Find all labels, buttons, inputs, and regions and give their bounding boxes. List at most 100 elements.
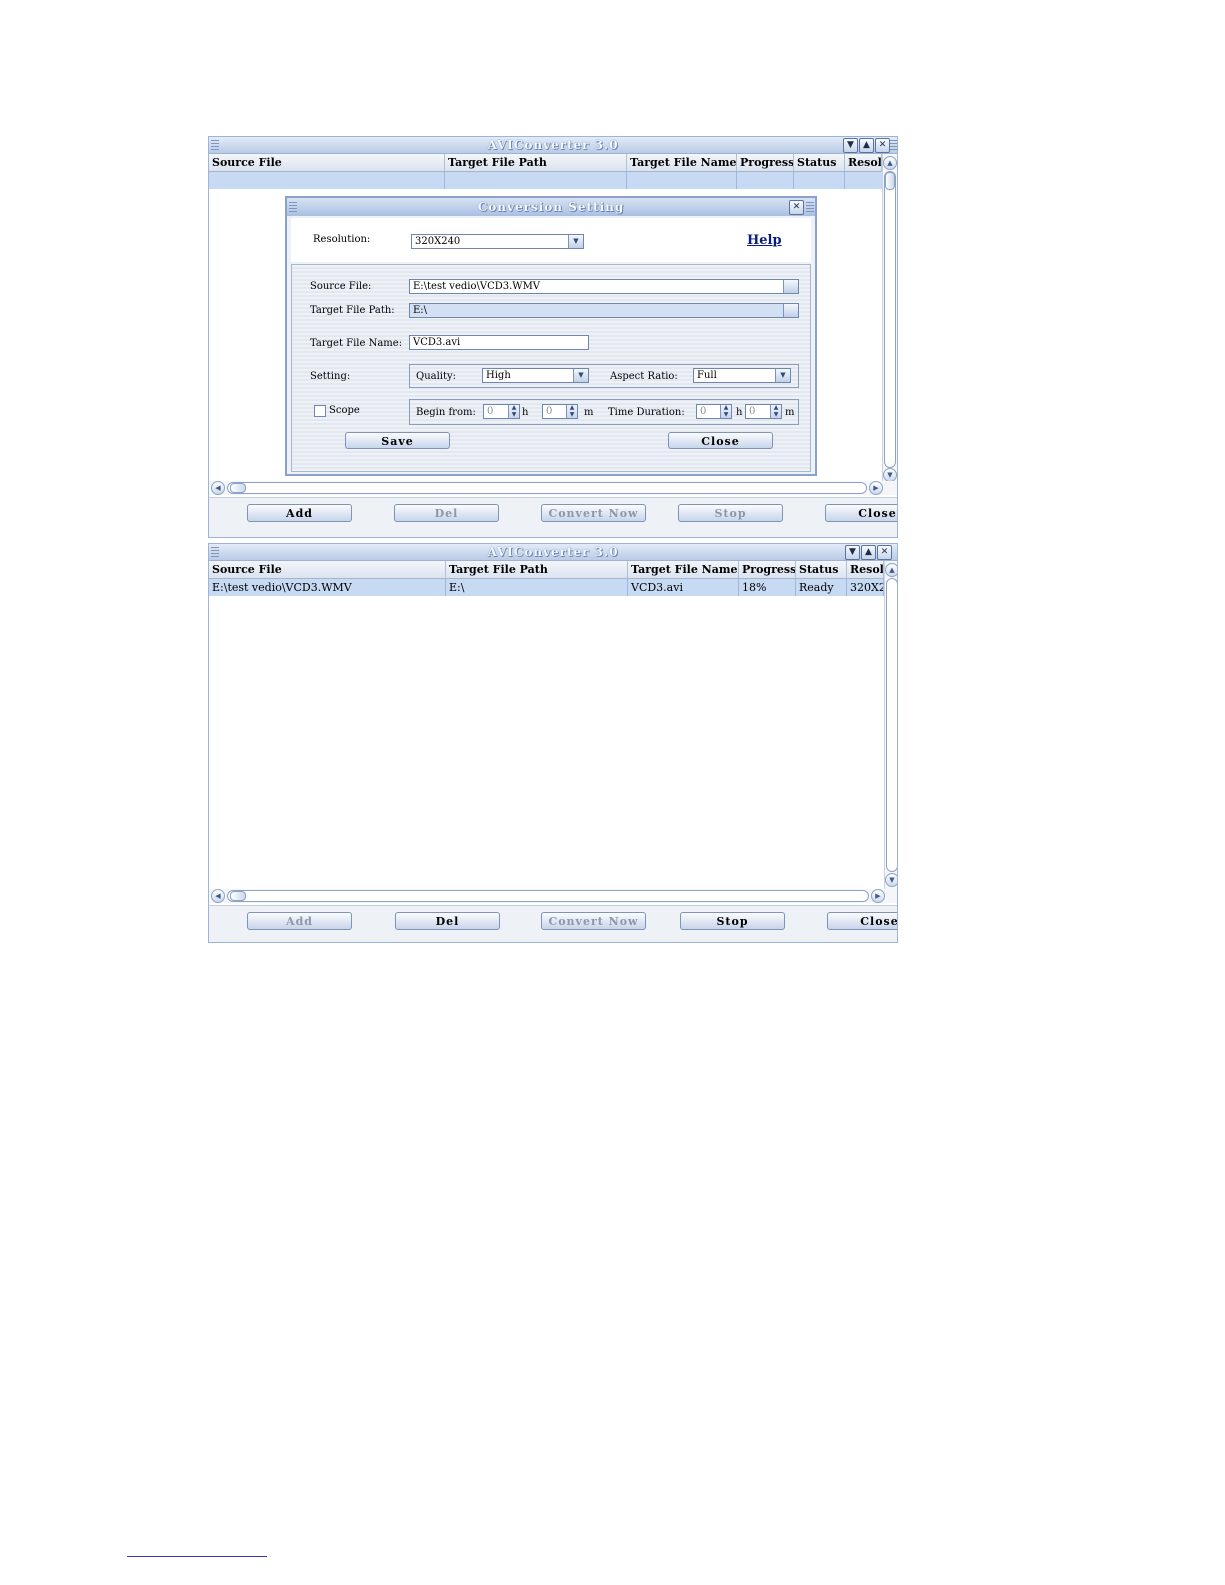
add-button[interactable]: Add	[247, 912, 352, 930]
scroll-up-icon[interactable]: ▲	[885, 563, 897, 577]
quality-select[interactable]: High ▼	[482, 368, 589, 383]
target-file-name-field[interactable]: VCD3.avi	[409, 335, 589, 350]
column-header-progress[interactable]: Progress	[737, 154, 794, 171]
minimize-icon[interactable]: ▼	[845, 545, 860, 560]
spinner-arrows-icon[interactable]: ▲ ▼	[566, 405, 577, 418]
convert-now-button[interactable]: Convert Now	[541, 912, 646, 930]
scroll-down-icon[interactable]: ▼	[885, 873, 897, 887]
table-row[interactable]: E:\test vedio\VCD3.WMV E:\ VCD3.avi 18% …	[209, 579, 884, 596]
scroll-track[interactable]	[886, 578, 897, 872]
scroll-track[interactable]	[227, 482, 867, 494]
time-duration-label: Time Duration:	[608, 407, 685, 418]
setting-group: Quality: High ▼ Aspect Ratio: Full ▼	[409, 364, 799, 388]
column-header-target-file-path[interactable]: Target File Path	[446, 561, 628, 578]
vertical-scrollbar[interactable]: ▲ ▼	[884, 561, 897, 889]
maximize-icon[interactable]: ▲	[861, 545, 876, 560]
aspect-ratio-label: Aspect Ratio:	[610, 371, 678, 382]
setting-label: Setting:	[310, 371, 351, 382]
help-link[interactable]: Help	[747, 233, 782, 248]
footnote-divider	[127, 1556, 267, 1557]
source-file-value: E:\test vedio\VCD3.WMV	[413, 281, 541, 292]
conversion-setting-dialog: Conversion Setting ✕ Resolution: 320X240…	[285, 196, 817, 476]
maximize-icon[interactable]: ▲	[859, 138, 874, 153]
aspect-ratio-select[interactable]: Full ▼	[693, 368, 791, 383]
column-header-target-file-name[interactable]: Target File Name	[627, 154, 737, 171]
spinner-arrows-icon[interactable]: ▲ ▼	[770, 405, 781, 418]
spinner-arrows-icon[interactable]: ▲ ▼	[508, 405, 519, 418]
close-icon[interactable]: ✕	[877, 545, 892, 560]
duration-minutes-spinner[interactable]: 0 ▲ ▼	[745, 404, 782, 419]
column-header-target-file-name[interactable]: Target File Name	[628, 561, 739, 578]
minutes-unit: m	[584, 407, 594, 418]
target-file-path-value: E:\	[413, 305, 428, 316]
scroll-right-icon[interactable]: ▶	[871, 889, 885, 903]
convert-now-button[interactable]: Convert Now	[541, 504, 646, 522]
horizontal-scrollbar[interactable]: ◀ ▶	[209, 889, 897, 903]
column-header-resolution[interactable]: Resol	[845, 154, 882, 171]
close-icon[interactable]: ✕	[875, 138, 890, 153]
horizontal-scrollbar[interactable]: ◀ ▶	[209, 481, 897, 495]
scroll-right-icon[interactable]: ▶	[869, 481, 883, 495]
dialog-close-icon[interactable]: ✕	[789, 200, 804, 215]
column-header-progress[interactable]: Progress	[739, 561, 796, 578]
resolution-select[interactable]: 320X240 ▼	[411, 234, 584, 249]
scroll-up-icon[interactable]: ▲	[883, 156, 897, 170]
title-bar[interactable]: AVIConverter 3.0 ▼ ▲ ✕	[209, 137, 897, 154]
scope-label: Scope	[329, 405, 360, 416]
cell-resolution: 320X2	[847, 579, 884, 596]
del-button[interactable]: Del	[394, 504, 499, 522]
scroll-thumb[interactable]	[230, 891, 246, 901]
table-cell	[209, 172, 445, 189]
close-button[interactable]: Close	[827, 912, 897, 930]
stop-button[interactable]: Stop	[680, 912, 785, 930]
vertical-scrollbar[interactable]: ▲ ▼	[882, 154, 897, 484]
dialog-title-bar[interactable]: Conversion Setting ✕	[287, 198, 815, 216]
source-file-field[interactable]: E:\test vedio\VCD3.WMV	[409, 279, 799, 294]
browse-icon[interactable]	[783, 304, 798, 317]
target-file-path-field[interactable]: E:\	[409, 303, 799, 318]
scroll-left-icon[interactable]: ◀	[211, 889, 225, 903]
chevron-down-icon[interactable]: ▼	[573, 369, 588, 382]
browse-icon[interactable]	[783, 280, 798, 293]
quality-value: High	[486, 370, 511, 381]
begin-minutes-spinner[interactable]: 0 ▲ ▼	[542, 404, 578, 419]
scroll-down-icon[interactable]: ▼	[883, 468, 897, 482]
dialog-close-button[interactable]: Close	[668, 432, 773, 449]
grip-icon	[806, 202, 814, 212]
scroll-left-icon[interactable]: ◀	[211, 481, 225, 495]
scroll-thumb[interactable]	[230, 483, 246, 493]
chevron-down-icon[interactable]: ▼	[775, 369, 790, 382]
spinner-arrows-icon[interactable]: ▲ ▼	[720, 405, 731, 418]
close-button[interactable]: Close	[825, 504, 897, 522]
scope-group: Begin from: 0 ▲ ▼ h 0 ▲ ▼ m Time Duration:…	[409, 399, 799, 425]
quality-label: Quality:	[416, 371, 457, 382]
table-header: Source File Target File Path Target File…	[209, 561, 884, 579]
del-button[interactable]: Del	[395, 912, 500, 930]
begin-minutes-value: 0	[546, 406, 553, 417]
scroll-thumb[interactable]	[885, 172, 895, 190]
add-button[interactable]: Add	[247, 504, 352, 522]
duration-hours-value: 0	[700, 406, 707, 417]
chevron-down-icon[interactable]: ▼	[568, 235, 583, 248]
column-header-source-file[interactable]: Source File	[209, 561, 446, 578]
stop-button[interactable]: Stop	[678, 504, 783, 522]
target-file-path-label: Target File Path:	[310, 305, 395, 316]
scope-checkbox[interactable]	[314, 405, 326, 417]
title-bar[interactable]: AVIConverter 3.0 ▼ ▲ ✕	[209, 544, 897, 561]
dialog-title: Conversion Setting	[477, 200, 625, 214]
column-header-status[interactable]: Status	[796, 561, 847, 578]
table-row[interactable]	[209, 172, 882, 189]
column-header-status[interactable]: Status	[794, 154, 845, 171]
column-header-source-file[interactable]: Source File	[209, 154, 445, 171]
scroll-track[interactable]	[227, 890, 869, 902]
duration-hours-spinner[interactable]: 0 ▲ ▼	[696, 404, 732, 419]
cell-target-file-name: VCD3.avi	[628, 579, 739, 596]
save-button[interactable]: Save	[345, 432, 450, 449]
begin-hours-spinner[interactable]: 0 ▲ ▼	[483, 404, 520, 419]
column-header-target-file-path[interactable]: Target File Path	[445, 154, 627, 171]
source-file-label: Source File:	[310, 281, 372, 292]
window-title: AVIConverter 3.0	[487, 545, 619, 559]
minimize-icon[interactable]: ▼	[843, 138, 858, 153]
column-header-resolution[interactable]: Resol	[847, 561, 884, 578]
scroll-track[interactable]	[884, 171, 896, 468]
